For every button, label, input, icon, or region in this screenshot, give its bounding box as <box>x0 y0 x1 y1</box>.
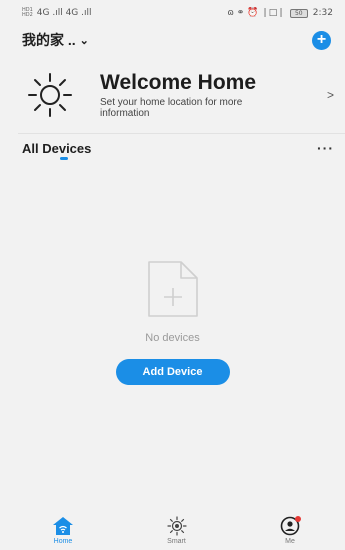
clock: 2:32 <box>312 8 333 18</box>
profile-icon <box>279 516 301 536</box>
welcome-subtitle: Set your home location for more informat… <box>100 97 243 119</box>
battery-level: 50 <box>294 9 303 17</box>
divider <box>18 133 345 134</box>
bottom-tab-bar: Home Smart Me <box>0 516 345 550</box>
home-name-label: 我的家 .. <box>22 32 76 48</box>
home-header: 我的家 .. ⌄ + <box>0 28 345 52</box>
battery-icon: 50 <box>289 8 308 18</box>
signal-strength-text: 4G .ıll 4G .ıll <box>36 8 92 18</box>
home-selector[interactable]: 我的家 .. ⌄ <box>22 30 89 50</box>
add-button[interactable]: + <box>312 30 331 50</box>
tab-smart[interactable]: Smart <box>152 516 202 550</box>
home-icon <box>52 516 74 536</box>
welcome-card[interactable]: Welcome Home Set your home location for … <box>22 58 340 132</box>
smart-sun-icon <box>166 516 188 536</box>
status-bar: HD1 HD2 4G .ıll 4G .ıll ɷ ⚭ ⏰ ❘□❘ 50 2:3… <box>0 0 345 26</box>
signal-indicators: HD1 HD2 4G .ıll 4G .ıll <box>22 8 92 19</box>
chevron-right-icon: > <box>326 88 334 102</box>
notification-badge <box>295 516 301 522</box>
devices-header: All Devices ··· <box>22 138 334 158</box>
sun-outline-icon <box>28 73 72 117</box>
empty-message: No devices <box>145 332 200 344</box>
tab-all-devices[interactable]: All Devices <box>22 141 91 156</box>
tab-smart-label: Smart <box>167 538 186 545</box>
active-tab-indicator <box>60 157 68 160</box>
empty-state: No devices Add Device <box>0 258 345 385</box>
sim-bottom-label: HD2 <box>22 12 33 18</box>
tab-home-label: Home <box>53 538 73 545</box>
welcome-title: Welcome Home <box>100 71 256 94</box>
plus-icon: + <box>316 31 327 48</box>
sim-labels: HD1 HD2 <box>22 8 33 18</box>
tab-me-label: Me <box>285 538 295 545</box>
more-options-icon[interactable]: ··· <box>317 140 334 156</box>
system-icons: ɷ ⚭ ⏰ ❘□❘ 50 2:32 <box>227 8 333 18</box>
empty-file-icon <box>147 261 198 317</box>
chevron-down-icon: ⌄ <box>79 34 89 47</box>
system-status-icons: ɷ ⚭ ⏰ ❘□❘ <box>227 8 285 18</box>
tab-home[interactable]: Home <box>38 516 88 550</box>
add-device-button[interactable]: Add Device <box>115 359 230 385</box>
welcome-text: Welcome Home Set your home location for … <box>100 71 327 119</box>
tab-me[interactable]: Me <box>265 516 315 550</box>
